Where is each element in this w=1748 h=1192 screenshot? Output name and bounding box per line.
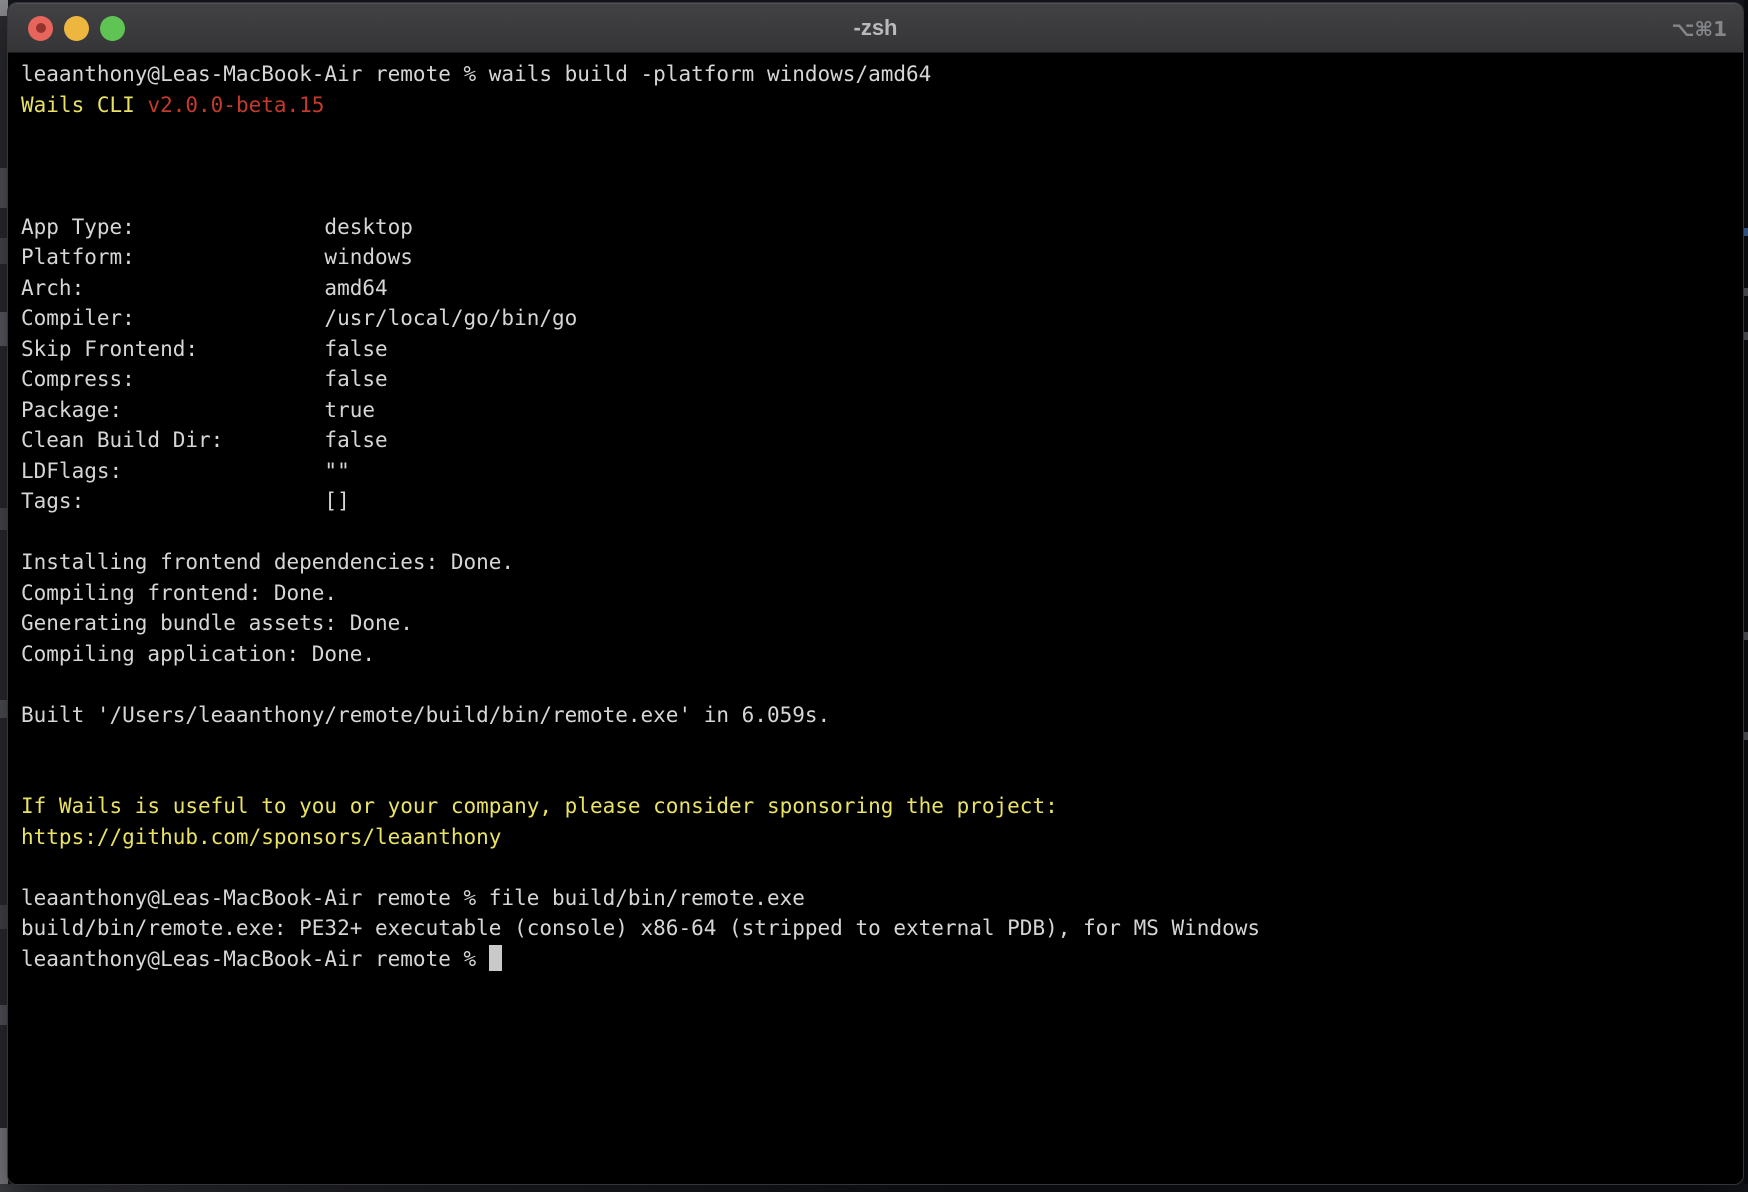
terminal-text-segment: v2.0.0-beta.15	[147, 93, 324, 117]
terminal-line: LDFlags: ""	[21, 456, 1743, 487]
terminal-text-segment: Wails CLI	[21, 93, 147, 117]
terminal-text-segment: Compiler: /usr/local/go/bin/go	[21, 306, 577, 330]
terminal-text-segment: Arch: amd64	[21, 276, 388, 300]
terminal-line	[21, 517, 1743, 548]
terminal-line: Compiler: /usr/local/go/bin/go	[21, 303, 1743, 334]
terminal-text-segment: If Wails is useful to you or your compan…	[21, 794, 1058, 818]
terminal-line: https://github.com/sponsors/leaanthony	[21, 822, 1743, 853]
background-window-edge-right	[1744, 0, 1748, 1192]
terminal-line	[21, 151, 1743, 182]
terminal-text-segment: Skip Frontend: false	[21, 337, 388, 361]
background-fragment	[1744, 228, 1748, 236]
terminal-text-segment: Built '/Users/leaanthony/remote/build/bi…	[21, 703, 830, 727]
terminal-line: build/bin/remote.exe: PE32+ executable (…	[21, 913, 1743, 944]
background-strip-bottom	[0, 1184, 1748, 1192]
terminal-line	[21, 120, 1743, 151]
terminal-line: leaanthony@Leas-MacBook-Air remote %	[21, 944, 1743, 975]
terminal-line: leaanthony@Leas-MacBook-Air remote % fil…	[21, 883, 1743, 914]
terminal-line: Compiling frontend: Done.	[21, 578, 1743, 609]
terminal-line: If Wails is useful to you or your compan…	[21, 791, 1743, 822]
background-fragment	[1744, 288, 1748, 296]
terminal-cursor	[489, 945, 502, 971]
window-shortcut-badge: ⌥⌘1	[1671, 3, 1727, 53]
background-fragment	[1744, 632, 1748, 640]
terminal-text-segment: Platform: windows	[21, 245, 413, 269]
terminal-line: Wails CLI v2.0.0-beta.15	[21, 90, 1743, 121]
terminal-line: Installing frontend dependencies: Done.	[21, 547, 1743, 578]
terminal-text-segment: App Type: desktop	[21, 215, 413, 239]
terminal-line: App Type: desktop	[21, 212, 1743, 243]
terminal-line: Compress: false	[21, 364, 1743, 395]
background-fragment	[1744, 332, 1748, 340]
terminal-text-segment: LDFlags: ""	[21, 459, 350, 483]
terminal-text-segment: leaanthony@Leas-MacBook-Air remote %	[21, 947, 489, 971]
terminal-text-segment: Generating bundle assets: Done.	[21, 611, 413, 635]
terminal-text-segment: https://github.com/sponsors/leaanthony	[21, 825, 501, 849]
terminal-line: leaanthony@Leas-MacBook-Air remote % wai…	[21, 59, 1743, 90]
terminal-line: Built '/Users/leaanthony/remote/build/bi…	[21, 700, 1743, 731]
terminal-text-segment: Compiling frontend: Done.	[21, 581, 337, 605]
terminal-text-segment: Clean Build Dir: false	[21, 428, 388, 452]
terminal-line	[21, 761, 1743, 792]
terminal-line	[21, 669, 1743, 700]
terminal-text-segment: Installing frontend dependencies: Done.	[21, 550, 514, 574]
terminal-line	[21, 852, 1743, 883]
terminal-window: -zsh ⌥⌘1 leaanthony@Leas-MacBook-Air rem…	[7, 2, 1744, 1185]
terminal-line: Skip Frontend: false	[21, 334, 1743, 365]
background-fragment	[1744, 732, 1748, 740]
terminal-screen[interactable]: leaanthony@Leas-MacBook-Air remote % wai…	[8, 53, 1743, 1184]
terminal-text-segment: Compiling application: Done.	[21, 642, 375, 666]
terminal-line: Platform: windows	[21, 242, 1743, 273]
terminal-text-segment: Package: true	[21, 398, 375, 422]
titlebar[interactable]: -zsh ⌥⌘1	[8, 3, 1743, 53]
terminal-text-segment: Compress: false	[21, 367, 388, 391]
terminal-text-segment: Tags: []	[21, 489, 350, 513]
terminal-line	[21, 181, 1743, 212]
terminal-line: Generating bundle assets: Done.	[21, 608, 1743, 639]
terminal-line: Tags: []	[21, 486, 1743, 517]
terminal-line	[21, 730, 1743, 761]
terminal-line: Clean Build Dir: false	[21, 425, 1743, 456]
terminal-text-segment: build/bin/remote.exe: PE32+ executable (…	[21, 916, 1260, 940]
terminal-text-segment: leaanthony@Leas-MacBook-Air remote % wai…	[21, 62, 931, 86]
terminal-text-segment: leaanthony@Leas-MacBook-Air remote % fil…	[21, 886, 805, 910]
terminal-line: Compiling application: Done.	[21, 639, 1743, 670]
terminal-line: Package: true	[21, 395, 1743, 426]
window-title: -zsh	[8, 3, 1743, 53]
terminal-line: Arch: amd64	[21, 273, 1743, 304]
